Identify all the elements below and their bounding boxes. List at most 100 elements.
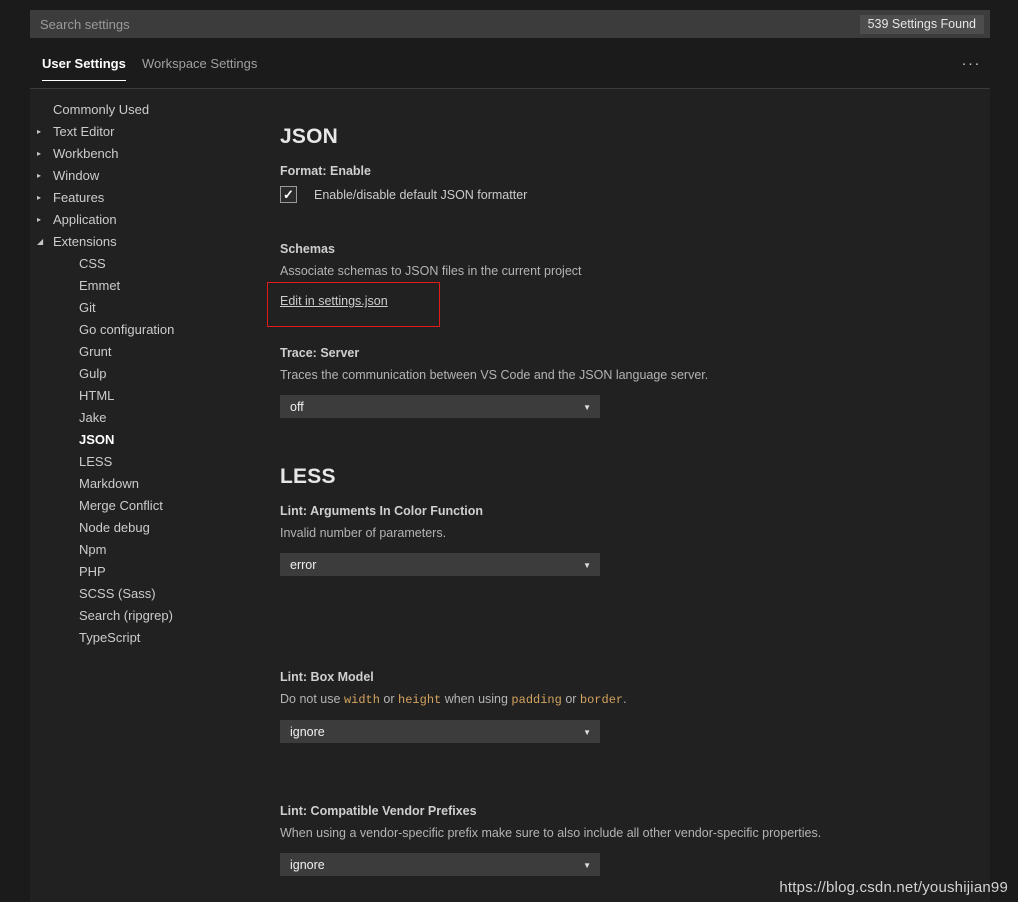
sidebar-item-label: Search (ripgrep) xyxy=(79,608,173,623)
sidebar-item-label: Text Editor xyxy=(53,124,115,139)
chevron-right-icon[interactable]: ▸ xyxy=(37,209,49,231)
sidebar-item-gulp[interactable]: Gulp xyxy=(30,363,245,385)
dropdown-value: ignore xyxy=(290,725,325,739)
setting-description: Do not use width or height when using pa… xyxy=(280,692,627,707)
setting-description: Invalid number of parameters. xyxy=(280,526,447,540)
section-title-json: JSON xyxy=(280,125,338,148)
setting-key: Lint: Box Model xyxy=(280,670,940,684)
vscode-settings-window: 539 Settings Found User Settings Workspa… xyxy=(0,0,1018,902)
settings-content: Commonly Used ▸ Text Editor ▸ Workbench ▸ Wind… xyxy=(30,89,990,902)
json-trace-dropdown[interactable]: off ▼ xyxy=(280,395,600,418)
setting-description: When using a vendor-specific prefix make… xyxy=(280,826,822,840)
setting-description: Traces the communication between VS Code… xyxy=(280,368,709,382)
sidebar-item-emmet[interactable]: Emmet xyxy=(30,275,245,297)
sidebar-item-extensions[interactable]: ◢ Extensions xyxy=(30,231,245,253)
sidebar-item-label: Window xyxy=(53,168,100,183)
sidebar-item-label: Markdown xyxy=(79,476,139,491)
sidebar-item-application[interactable]: ▸ Application xyxy=(30,209,245,231)
setting-key: Lint: Compatible Vendor Prefixes xyxy=(280,804,940,818)
sidebar-item-window[interactable]: ▸ Window xyxy=(30,165,245,187)
search-bar[interactable]: 539 Settings Found xyxy=(30,10,990,38)
sidebar-item-label: TypeScript xyxy=(79,630,141,645)
setting-less-arguments-in-color-function: Lint: Arguments In Color Function Invalid… xyxy=(280,504,940,576)
sidebar-item-jake[interactable]: Jake xyxy=(30,407,245,429)
sidebar-item-label: Commonly Used xyxy=(53,102,150,117)
sidebar-item-label: Emmet xyxy=(79,278,121,293)
chevron-right-icon[interactable]: ▸ xyxy=(37,121,49,143)
setting-key-prefix: Lint: xyxy=(280,804,311,818)
tab-user-settings[interactable]: User Settings xyxy=(42,56,126,81)
setting-key-name: Arguments In Color Function xyxy=(310,504,483,518)
sidebar-item-merge-conflict[interactable]: Merge Conflict xyxy=(30,495,245,517)
sidebar-item-less[interactable]: LESS xyxy=(30,451,245,473)
sidebar-item-typescript[interactable]: TypeScript xyxy=(30,627,245,649)
setting-json-format-enable: Format: Enable ✓ Enable/disable default … xyxy=(280,164,920,203)
chevron-right-icon[interactable]: ▸ xyxy=(37,143,49,165)
sidebar-item-npm[interactable]: Npm xyxy=(30,539,245,561)
sidebar-item-label: Git xyxy=(79,300,96,315)
setting-less-box-model: Lint: Box Model Do not use width or heigh… xyxy=(280,670,940,743)
setting-key-name: Schemas xyxy=(280,242,335,256)
less-arguments-in-color-function-dropdown[interactable]: error ▼ xyxy=(280,553,600,576)
setting-key-prefix: Lint: xyxy=(280,504,311,518)
sidebar-item-json[interactable]: JSON xyxy=(30,429,245,451)
sidebar-item-label: Workbench xyxy=(53,146,119,161)
tab-workspace-settings[interactable]: Workspace Settings xyxy=(142,56,257,80)
sidebar-item-php[interactable]: PHP xyxy=(30,561,245,583)
setting-json-schemas: Schemas Associate schemas to JSON files … xyxy=(280,242,920,310)
settings-list: JSON Format: Enable ✓ Enable/disable def… xyxy=(248,89,990,902)
setting-key-prefix: Format: xyxy=(280,164,330,178)
chevron-right-icon[interactable]: ▸ xyxy=(37,187,49,209)
setting-key-name: Compatible Vendor Prefixes xyxy=(310,804,477,818)
sidebar-item-label: SCSS (Sass) xyxy=(79,586,156,601)
sidebar-item-label: Jake xyxy=(79,410,107,425)
chevron-down-icon: ▼ xyxy=(583,403,591,412)
sidebar-item-workbench[interactable]: ▸ Workbench xyxy=(30,143,245,165)
sidebar-item-grunt[interactable]: Grunt xyxy=(30,341,245,363)
sidebar-item-label: JSON xyxy=(79,432,115,447)
less-box-model-dropdown[interactable]: ignore ▼ xyxy=(280,720,600,743)
sidebar-item-go-configuration[interactable]: Go configuration xyxy=(30,319,245,341)
sidebar-item-label: Npm xyxy=(79,542,107,557)
chevron-down-icon[interactable]: ◢ xyxy=(37,231,49,253)
sidebar-item-css[interactable]: CSS xyxy=(30,253,245,275)
more-actions-icon[interactable]: ··· xyxy=(962,56,982,71)
settings-tree: Commonly Used ▸ Text Editor ▸ Workbench ▸ Wind… xyxy=(30,89,245,649)
setting-key: Trace: Server xyxy=(280,346,920,360)
setting-json-trace-server: Trace: Server Traces the communication b… xyxy=(280,346,920,418)
sidebar-item-label: HTML xyxy=(79,388,115,403)
setting-key-name: Server xyxy=(320,346,360,360)
checkbox-row: ✓ Enable/disable default JSON formatter xyxy=(280,186,920,203)
dropdown-value: off xyxy=(290,400,304,414)
section-title-less: LESS xyxy=(280,465,336,488)
dropdown-value: error xyxy=(290,558,317,572)
inline-code: padding xyxy=(511,693,562,707)
inline-code: border xyxy=(579,693,624,707)
sidebar-item-label: CSS xyxy=(79,256,106,271)
sidebar-item-node-debug[interactable]: Node debug xyxy=(30,517,245,539)
sidebar-item-scss-sass[interactable]: SCSS (Sass) xyxy=(30,583,245,605)
chevron-down-icon: ▼ xyxy=(583,561,591,570)
sidebar-item-commonly-used[interactable]: Commonly Used xyxy=(30,99,245,121)
sidebar-item-label: Go configuration xyxy=(79,322,175,337)
search-input[interactable] xyxy=(30,10,860,38)
setting-key-name: Box Model xyxy=(310,670,374,684)
sidebar-item-label: Grunt xyxy=(79,344,112,359)
sidebar-item-label: PHP xyxy=(79,564,106,579)
less-compatible-vendor-prefixes-dropdown[interactable]: ignore ▼ xyxy=(280,853,600,876)
chevron-down-icon: ▼ xyxy=(583,861,591,870)
sidebar-item-features[interactable]: ▸ Features xyxy=(30,187,245,209)
sidebar-item-git[interactable]: Git xyxy=(30,297,245,319)
chevron-right-icon[interactable]: ▸ xyxy=(37,165,49,187)
sidebar-item-html[interactable]: HTML xyxy=(30,385,245,407)
sidebar-item-text-editor[interactable]: ▸ Text Editor xyxy=(30,121,245,143)
sidebar-item-search-ripgrep[interactable]: Search (ripgrep) xyxy=(30,605,245,627)
chevron-down-icon: ▼ xyxy=(583,728,591,737)
setting-key-prefix: Trace: xyxy=(280,346,321,360)
edit-in-settings-json-link[interactable]: Edit in settings.json xyxy=(280,294,388,308)
sidebar-item-label: Node debug xyxy=(79,520,150,535)
checkbox-label: Enable/disable default JSON formatter xyxy=(314,187,528,202)
json-format-enable-checkbox[interactable]: ✓ xyxy=(280,186,297,203)
sidebar-item-markdown[interactable]: Markdown xyxy=(30,473,245,495)
sidebar-item-label: Merge Conflict xyxy=(79,498,163,513)
